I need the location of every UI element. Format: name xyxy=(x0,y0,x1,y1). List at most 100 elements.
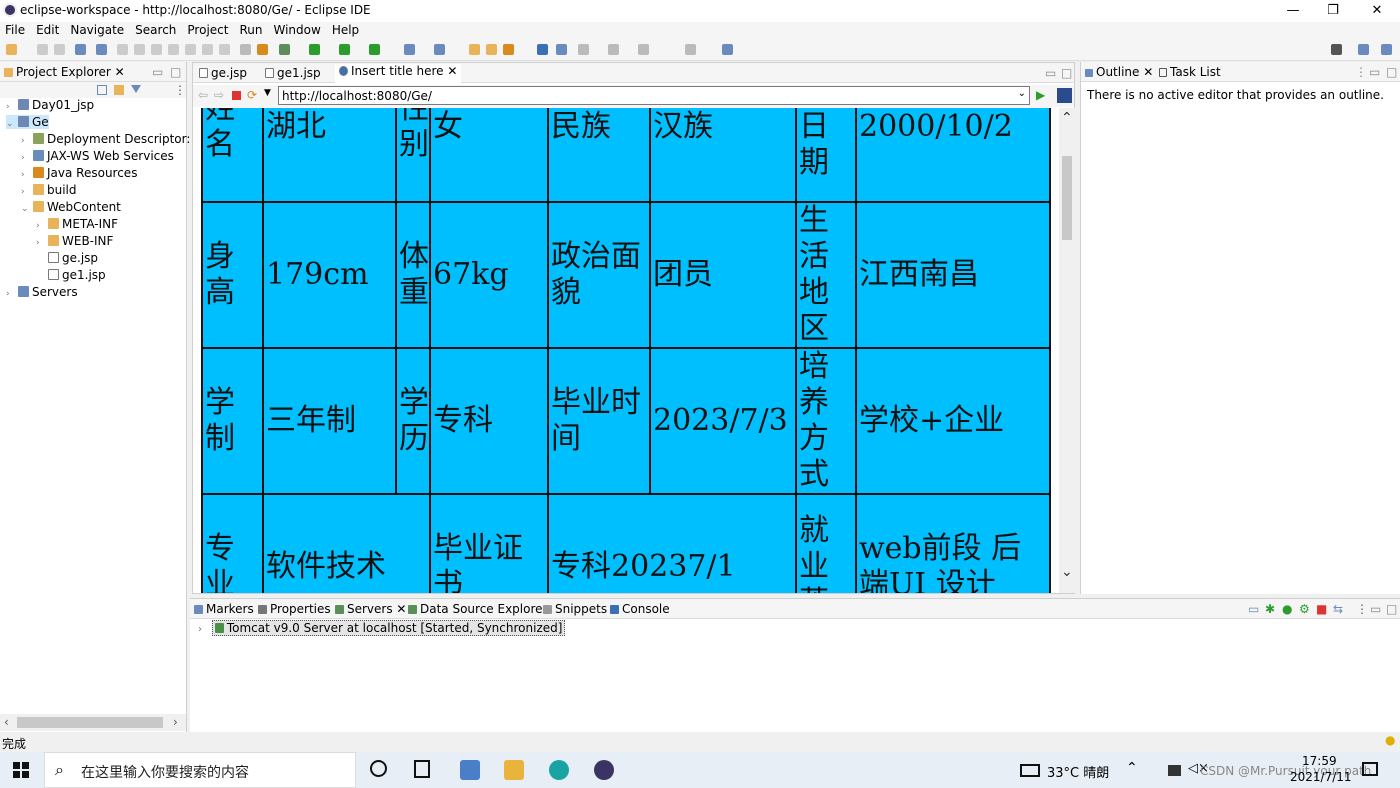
task-view-icon[interactable] xyxy=(414,760,430,778)
coverage-icon[interactable] xyxy=(369,44,380,55)
scroll-left-icon[interactable]: ‹ xyxy=(4,715,9,729)
back-icon[interactable]: ⇦ xyxy=(198,88,208,102)
tree-item[interactable]: › Java Resources xyxy=(21,166,137,180)
run-icon[interactable] xyxy=(309,44,320,55)
profile-server-icon[interactable]: ⚙ xyxy=(1299,602,1310,616)
tab-insert-title-here[interactable]: Insert title here ✕ xyxy=(335,64,462,83)
chevron-down-icon[interactable]: ⌄ xyxy=(6,119,18,129)
notification-icon[interactable] xyxy=(1362,762,1378,776)
java-ee-perspective-icon[interactable] xyxy=(1381,44,1392,55)
refresh-icon[interactable]: ⟳ xyxy=(247,88,257,102)
cortana-icon[interactable] xyxy=(370,760,387,777)
save-all-icon[interactable] xyxy=(54,44,65,55)
project-explorer-tab[interactable]: Project Explorer ✕ xyxy=(4,65,125,79)
collapse-all-icon[interactable]: ▭ xyxy=(1248,602,1259,616)
collapse-all-icon[interactable] xyxy=(97,85,107,95)
go-icon[interactable]: ▶ xyxy=(1036,88,1045,102)
forward-icon[interactable]: ⇨ xyxy=(214,88,224,102)
maximize-button[interactable]: ❐ xyxy=(1310,0,1356,22)
close-button[interactable]: ✕ xyxy=(1354,0,1400,22)
url-dropdown-icon[interactable]: ⌄ xyxy=(1018,88,1026,99)
start-icon[interactable] xyxy=(13,762,29,778)
tree-item[interactable]: ⌄ Ge xyxy=(6,115,49,129)
view-menu-icon[interactable]: ⋮ xyxy=(1355,65,1367,79)
server-icon[interactable] xyxy=(279,44,290,55)
chevron-right-icon[interactable]: › xyxy=(36,221,48,231)
minimize-view-icon[interactable]: ▭ xyxy=(1045,66,1056,80)
stop-icon[interactable] xyxy=(232,91,241,100)
scroll-down-icon[interactable]: ⌄ xyxy=(1061,564,1073,580)
tab-ge-jsp[interactable]: ge.jsp xyxy=(199,66,247,80)
tab-ge1-jsp[interactable]: ge1.jsp xyxy=(265,66,321,80)
eclipse-taskbar-icon[interactable] xyxy=(594,760,614,780)
terminal-icon[interactable] xyxy=(75,44,86,55)
tip-icon[interactable]: ● xyxy=(1385,733,1395,747)
maximize-view-icon[interactable]: □ xyxy=(1386,602,1397,616)
menu-window[interactable]: Window xyxy=(268,22,326,37)
scroll-right-icon[interactable]: › xyxy=(173,715,178,729)
tab-snippets[interactable]: Snippets xyxy=(543,602,607,616)
step-return-icon[interactable] xyxy=(219,44,230,55)
next-annotation-icon[interactable] xyxy=(578,44,589,55)
tree-item[interactable]: › Servers xyxy=(6,285,78,299)
disconnect-icon[interactable] xyxy=(168,44,179,55)
tree-item[interactable]: › META-INF xyxy=(36,217,118,231)
clock-time[interactable]: 17:59 xyxy=(1302,754,1337,768)
horizontal-scrollbar[interactable]: ‹ › xyxy=(0,714,186,731)
skip-breakpoints-icon[interactable] xyxy=(96,44,107,55)
minimize-view-icon[interactable]: ▭ xyxy=(1370,602,1381,616)
back-icon[interactable] xyxy=(638,44,649,55)
open-external-icon[interactable] xyxy=(1057,88,1072,103)
vertical-scrollbar[interactable]: ⌃ ⌄ xyxy=(1059,108,1075,593)
tab-outline[interactable]: Outline ✕ xyxy=(1085,65,1153,79)
menu-project[interactable]: Project xyxy=(182,22,234,37)
stop-server-icon[interactable]: ■ xyxy=(1316,602,1327,616)
clock-date[interactable]: 2021/7/11 xyxy=(1290,770,1352,784)
chevron-right-icon[interactable]: › xyxy=(21,187,33,197)
minimize-view-icon[interactable]: ▭ xyxy=(152,65,163,79)
link-editor-icon[interactable] xyxy=(114,85,124,95)
suspend-icon[interactable] xyxy=(134,44,145,55)
search-input[interactable]: 在这里输入你要搜索的内容 xyxy=(81,762,249,782)
maximize-view-icon[interactable]: □ xyxy=(1386,65,1397,79)
pin-icon[interactable] xyxy=(722,44,733,55)
new-icon[interactable] xyxy=(6,44,17,55)
use-step-filters-icon[interactable] xyxy=(257,44,268,55)
search-icon[interactable] xyxy=(503,44,514,55)
annotation-icon[interactable] xyxy=(556,44,567,55)
terminate-icon[interactable] xyxy=(151,44,162,55)
debug-server-icon[interactable]: ✱ xyxy=(1265,602,1275,616)
file-explorer-icon[interactable] xyxy=(504,760,524,780)
chevron-up-icon[interactable]: ⌃ xyxy=(1126,760,1138,776)
computer-icon[interactable] xyxy=(460,760,480,780)
chevron-down-icon[interactable]: ⌄ xyxy=(21,204,33,214)
close-tab-icon[interactable]: ✕ xyxy=(444,64,457,78)
tree-item[interactable]: › JAX-WS Web Services xyxy=(21,149,174,163)
new-java-class-icon[interactable] xyxy=(404,44,415,55)
start-server-icon[interactable]: ● xyxy=(1282,602,1292,616)
edge-browser-icon[interactable] xyxy=(549,760,569,780)
save-icon[interactable] xyxy=(37,44,48,55)
maximize-view-icon[interactable]: □ xyxy=(1061,66,1072,80)
tab-data-source-explorer[interactable]: Data Source Explorer xyxy=(408,602,547,616)
menu-search[interactable]: Search xyxy=(130,22,182,37)
chevron-right-icon[interactable]: › xyxy=(6,289,18,299)
prev-annotation-icon[interactable] xyxy=(608,44,619,55)
drop-frame-icon[interactable] xyxy=(240,44,251,55)
tree-item[interactable]: ⌄ WebContent xyxy=(21,200,121,214)
taskbar-search[interactable]: ⌕ 在这里输入你要搜索的内容 xyxy=(44,752,356,788)
menu-file[interactable]: File xyxy=(0,22,31,37)
scroll-thumb[interactable] xyxy=(1062,156,1072,240)
scroll-thumb[interactable] xyxy=(17,717,163,728)
tree-item[interactable]: ge.jsp xyxy=(36,251,98,265)
nav-dropdown-icon[interactable]: ▼ xyxy=(264,88,271,98)
scroll-up-icon[interactable]: ⌃ xyxy=(1061,110,1073,126)
tab-console[interactable]: Console xyxy=(610,602,670,616)
close-tab-icon[interactable]: ✕ xyxy=(393,602,406,616)
tree-item[interactable]: ge1.jsp xyxy=(36,268,106,282)
globe-icon[interactable] xyxy=(537,44,548,55)
tab-servers[interactable]: Servers ✕ xyxy=(335,602,406,616)
chevron-right-icon[interactable]: › xyxy=(6,102,18,112)
tab-task-list[interactable]: Task List xyxy=(1159,65,1221,79)
menu-navigate[interactable]: Navigate xyxy=(65,22,130,37)
